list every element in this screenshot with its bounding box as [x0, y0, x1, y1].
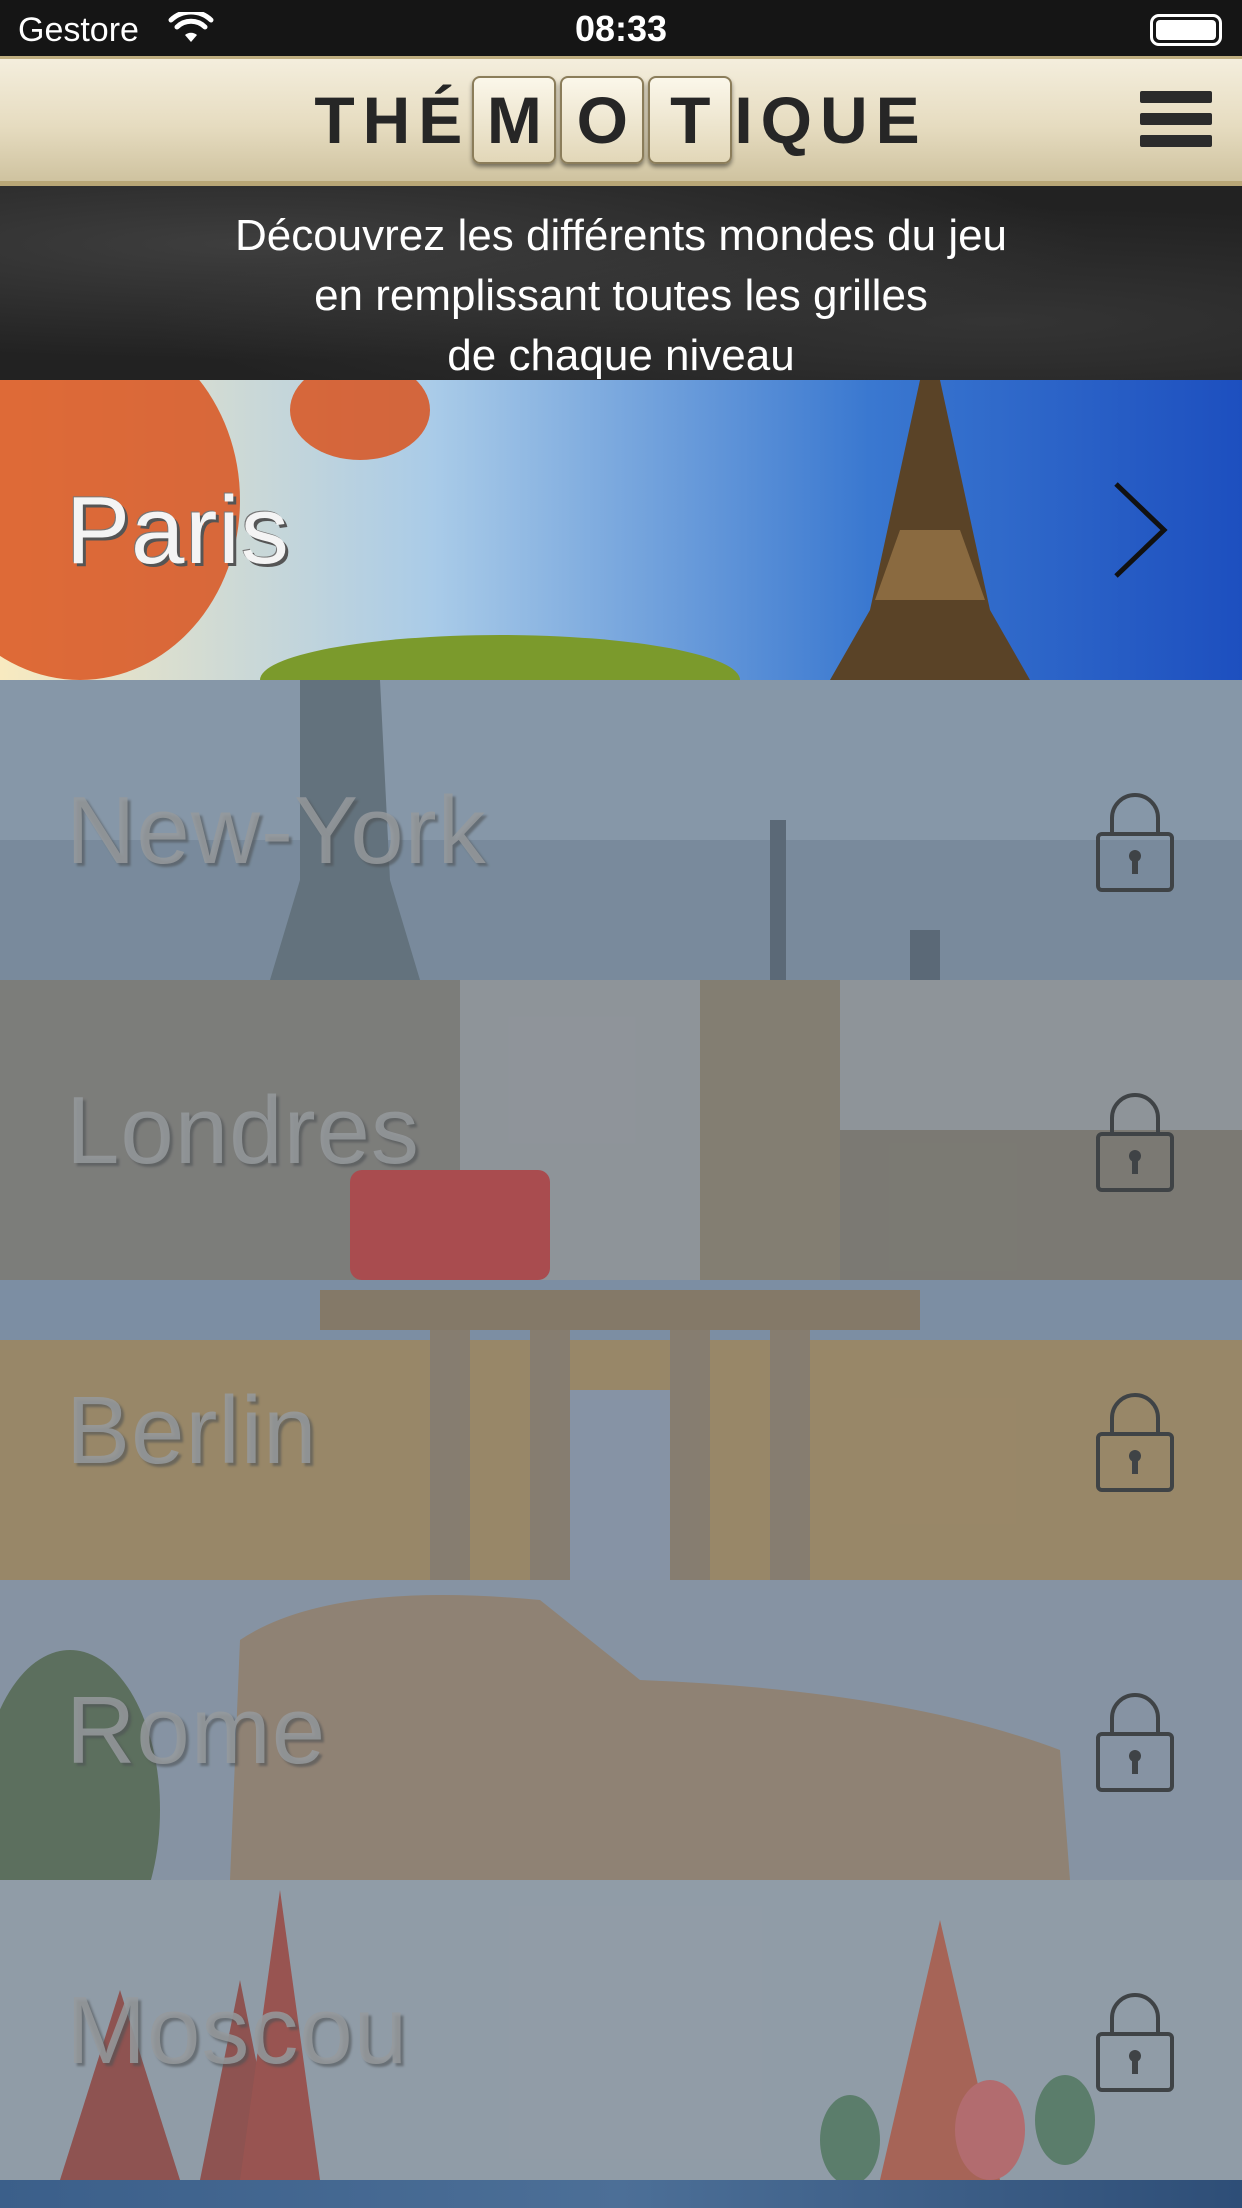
padlock-icon	[1096, 1393, 1174, 1492]
chevron-right-icon[interactable]	[1108, 480, 1170, 580]
intro-line: de chaque niveau	[447, 331, 795, 380]
padlock-icon	[1096, 1993, 1174, 2092]
level-list[interactable]: Paris New-York Londres Berlin Rome Mosco…	[0, 380, 1242, 2208]
padlock-icon	[1096, 1693, 1174, 1792]
level-item-moscou[interactable]: Moscou	[0, 1880, 1242, 2180]
padlock-icon	[1096, 1093, 1174, 1192]
level-name: New-York	[66, 777, 487, 884]
hamburger-menu-icon[interactable]	[1140, 91, 1212, 147]
level-name: Rome	[66, 1677, 327, 1784]
status-bar: Gestore 08:33	[0, 0, 1242, 56]
battery-icon	[1150, 14, 1222, 46]
padlock-icon	[1096, 793, 1174, 892]
level-item-londres[interactable]: Londres	[0, 980, 1242, 1280]
level-name: Londres	[66, 1077, 420, 1184]
level-name: Paris	[66, 477, 290, 584]
app-header: THÉ M O T IQUE	[0, 56, 1242, 186]
clock: 08:33	[574, 8, 668, 49]
level-item-paris[interactable]: Paris	[0, 380, 1242, 680]
level-item-berlin[interactable]: Berlin	[0, 1280, 1242, 1580]
level-name: Moscou	[66, 1977, 409, 2084]
level-item-rome[interactable]: Rome	[0, 1580, 1242, 1880]
level-item-next-partial[interactable]	[0, 2180, 1242, 2208]
intro-line: Découvrez les différents mondes du jeu	[234, 211, 1008, 260]
level-item-new-york[interactable]: New-York	[0, 680, 1242, 980]
logo-tiles: M O T	[472, 76, 733, 164]
intro-line: en remplissant toutes les grilles	[314, 271, 928, 320]
logo-prefix: THÉ	[314, 83, 471, 157]
intro-text: Découvrez les différents mondes du jeu e…	[0, 186, 1242, 386]
intro-banner: Découvrez les différents mondes du jeu e…	[0, 186, 1242, 380]
logo-suffix: IQUE	[734, 83, 928, 157]
level-name: Berlin	[66, 1377, 318, 1484]
logo-tile: T	[648, 76, 733, 164]
app-logo: THÉ M O T IQUE	[0, 75, 1242, 165]
logo-tile: M	[472, 76, 557, 164]
logo-tile: O	[560, 76, 645, 164]
